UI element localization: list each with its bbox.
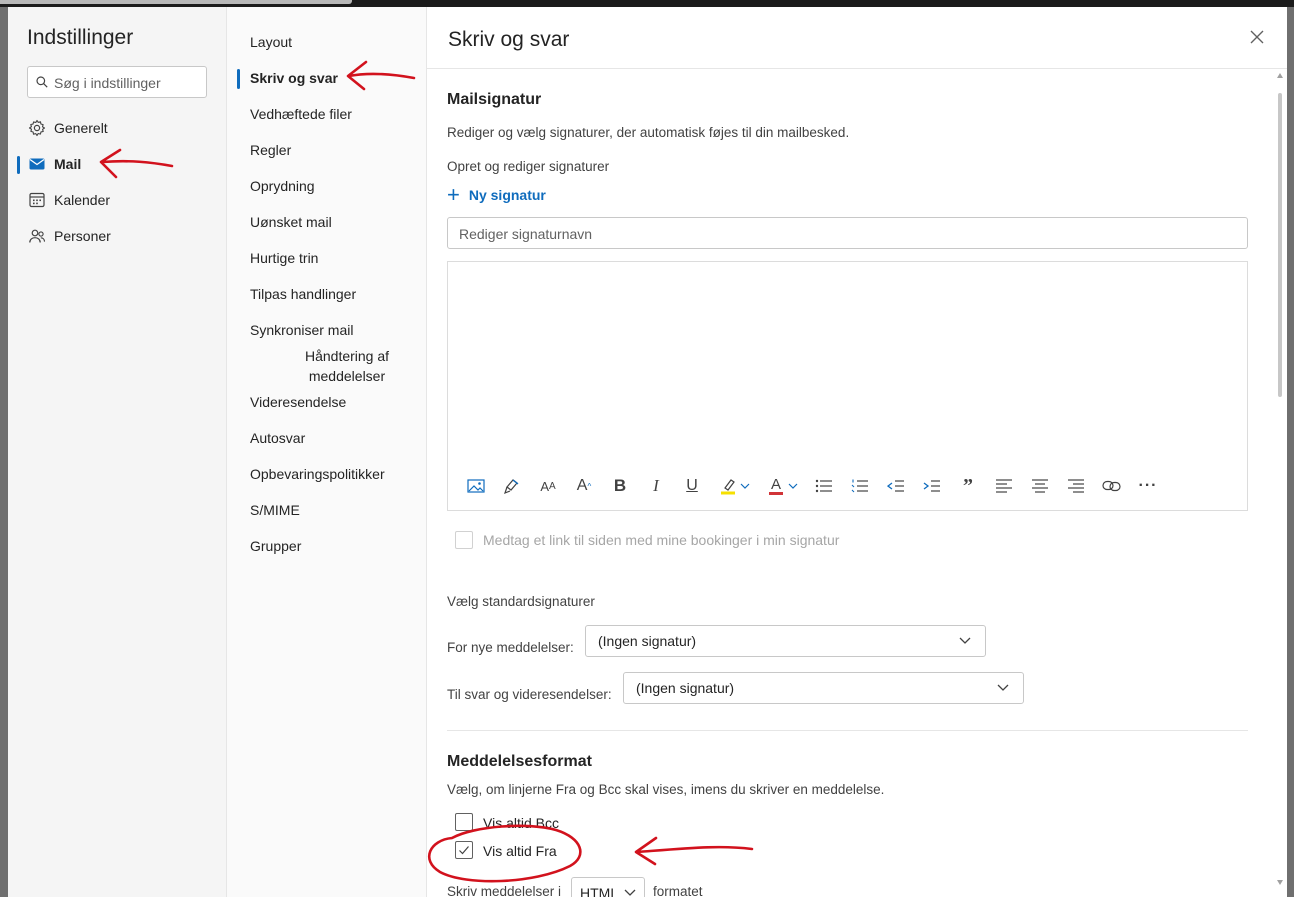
chevron-down-icon <box>959 637 971 644</box>
scroll-up-arrow[interactable] <box>1277 73 1283 78</box>
font-size-icon[interactable]: AA <box>536 474 560 498</box>
new-signature-button[interactable]: + Ny signatur <box>447 182 546 207</box>
submenu-groups[interactable]: Grupper <box>227 538 427 554</box>
submenu-sync-mail[interactable]: Synkroniser mail <box>227 322 427 338</box>
signature-editor[interactable]: AA A ^ B I U A ” ··· <box>447 261 1248 511</box>
section-divider <box>447 730 1248 731</box>
replies-signature-select[interactable]: (Ingen signatur) <box>623 672 1024 704</box>
bullets-icon[interactable] <box>812 474 836 498</box>
mail-settings-submenu: Layout Skriv og svar Vedhæftede filer Re… <box>227 7 427 897</box>
header-divider <box>427 68 1287 69</box>
plus-icon: + <box>447 182 460 207</box>
submenu-layout[interactable]: Layout <box>227 34 427 50</box>
submenu-sweep[interactable]: Oprydning <box>227 178 427 194</box>
chevron-down-icon <box>997 684 1009 691</box>
font-color-icon[interactable]: A <box>764 474 788 498</box>
more-options-icon[interactable]: ··· <box>1136 474 1160 498</box>
submenu-junk-mail[interactable]: Uønsket mail <box>227 214 427 230</box>
show-from-label: Vis altid Fra <box>483 843 557 859</box>
bookings-link-label: Medtag et link til siden med mine bookin… <box>483 532 840 548</box>
category-label: Mail <box>54 156 82 172</box>
submenu-smime[interactable]: S/MIME <box>227 502 427 518</box>
decrease-indent-icon[interactable] <box>884 474 908 498</box>
people-icon <box>29 229 46 243</box>
signature-name-field[interactable] <box>447 217 1248 249</box>
chevron-down-icon <box>624 889 636 896</box>
show-bcc-checkbox[interactable] <box>455 813 473 831</box>
underline-icon[interactable]: U <box>680 474 704 498</box>
new-messages-signature-select[interactable]: (Ingen signatur) <box>585 625 986 657</box>
scrollbar-thumb[interactable] <box>1278 93 1282 397</box>
category-calendar[interactable]: Kalender <box>16 185 216 215</box>
compose-format-suffix: formatet <box>653 884 703 897</box>
submenu-customize-actions[interactable]: Tilpas handlinger <box>227 286 427 302</box>
show-bcc-label: Vis altid Bcc <box>483 815 559 831</box>
link-icon[interactable] <box>1100 474 1124 498</box>
insert-picture-icon[interactable] <box>464 474 488 498</box>
submenu-rules[interactable]: Regler <box>227 142 427 158</box>
compose-format-select[interactable]: HTML <box>571 877 645 897</box>
submenu-retention-policies[interactable]: Opbevaringspolitikker <box>227 466 427 482</box>
calendar-icon <box>29 192 45 208</box>
highlight-dropdown-chevron-icon[interactable] <box>738 474 752 498</box>
signature-heading: Mailsignatur <box>447 91 542 108</box>
numbering-icon[interactable] <box>848 474 872 498</box>
highlight-icon[interactable] <box>716 474 740 498</box>
select-value: (Ingen signatur) <box>636 680 735 696</box>
category-label: Generelt <box>54 120 108 136</box>
search-icon <box>36 76 48 88</box>
format-description: Vælg, om linjerne Fra og Bcc skal vises,… <box>447 782 885 797</box>
submenu-quick-steps[interactable]: Hurtige trin <box>227 250 427 266</box>
submenu-automatic-replies[interactable]: Autosvar <box>227 430 427 446</box>
align-right-icon[interactable] <box>1064 474 1088 498</box>
quote-icon[interactable]: ” <box>956 474 980 498</box>
format-heading: Meddelelsesformat <box>447 753 592 770</box>
submenu-forwarding[interactable]: Videresendelse <box>227 394 427 410</box>
font-color-dropdown-chevron-icon[interactable] <box>786 474 800 498</box>
format-painter-icon[interactable] <box>500 474 524 498</box>
default-signatures-label: Vælg standardsignaturer <box>447 594 595 609</box>
new-signature-label: Ny signatur <box>468 187 546 203</box>
align-left-icon[interactable] <box>992 474 1016 498</box>
scroll-down-arrow[interactable] <box>1277 880 1283 885</box>
bookings-link-checkbox[interactable] <box>455 531 473 549</box>
align-center-icon[interactable] <box>1028 474 1052 498</box>
settings-title: Indstillinger <box>27 26 134 49</box>
category-label: Personer <box>54 228 111 244</box>
checkmark-icon <box>459 846 469 855</box>
signature-create-label: Opret og rediger signaturer <box>447 159 610 174</box>
category-label: Kalender <box>54 192 111 208</box>
settings-categories-pane: Indstillinger Generelt Mail Kalender Per… <box>8 7 227 897</box>
signature-description: Rediger og vælg signaturer, der automati… <box>447 125 850 140</box>
compose-reply-content: Skriv og svar Mailsignatur Rediger og væ… <box>427 7 1287 897</box>
submenu-compose-and-reply[interactable]: Skriv og svar <box>227 69 427 89</box>
category-people[interactable]: Personer <box>16 221 216 251</box>
close-icon[interactable] <box>1249 29 1265 45</box>
gear-icon <box>28 119 46 137</box>
increase-indent-icon[interactable] <box>920 474 944 498</box>
bold-icon[interactable]: B <box>608 474 632 498</box>
show-from-checkbox[interactable] <box>455 841 473 859</box>
italic-icon[interactable]: I <box>644 474 668 498</box>
browser-top-bar <box>0 0 1294 7</box>
browser-tab[interactable] <box>0 0 352 4</box>
signature-name-input[interactable] <box>459 224 1229 244</box>
submenu-message-handling[interactable]: Håndtering af meddelelser <box>267 346 427 386</box>
category-general[interactable]: Generelt <box>16 113 216 143</box>
submenu-attachments[interactable]: Vedhæftede filer <box>227 106 427 122</box>
new-messages-label: For nye meddelelser: <box>447 640 574 655</box>
replies-label: Til svar og videresendelser: <box>447 687 612 702</box>
settings-search-input[interactable] <box>54 73 202 93</box>
settings-dialog: Indstillinger Generelt Mail Kalender Per… <box>8 7 1287 897</box>
grow-font-icon[interactable]: A ^ <box>572 474 596 498</box>
compose-format-prefix: Skriv meddelelser i <box>447 884 562 897</box>
page-title: Skriv og svar <box>448 28 570 51</box>
select-value: (Ingen signatur) <box>598 633 697 649</box>
settings-search-box[interactable] <box>27 66 207 98</box>
select-value: HTML <box>580 885 619 897</box>
category-mail[interactable]: Mail <box>16 149 216 179</box>
formatting-toolbar: AA A ^ B I U A ” ··· <box>448 472 1247 500</box>
mail-icon <box>29 158 45 170</box>
